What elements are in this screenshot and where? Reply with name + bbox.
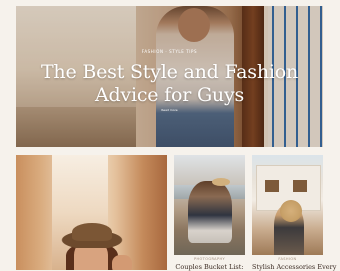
post-3-straw-hat <box>280 200 302 222</box>
post-card-2[interactable] <box>174 155 245 255</box>
featured-post-hero[interactable]: Fashion · Style Tips The Best Style and … <box>16 6 323 147</box>
post-card-1[interactable] <box>16 155 167 270</box>
post-card-3[interactable] <box>252 155 323 255</box>
hero-meta[interactable]: Read more <box>16 108 323 112</box>
post-1-hand <box>112 255 132 270</box>
post-2-hat <box>212 178 230 186</box>
hero-category[interactable]: Fashion · Style Tips <box>16 49 323 54</box>
post-3-category[interactable]: Fashion <box>252 257 323 261</box>
post-1-hat-crown <box>72 223 112 241</box>
post-2-couple-photo <box>188 181 232 243</box>
post-2-category[interactable]: Photography <box>174 257 245 261</box>
hero-title[interactable]: The Best Style and Fashion Advice for Gu… <box>36 61 303 107</box>
